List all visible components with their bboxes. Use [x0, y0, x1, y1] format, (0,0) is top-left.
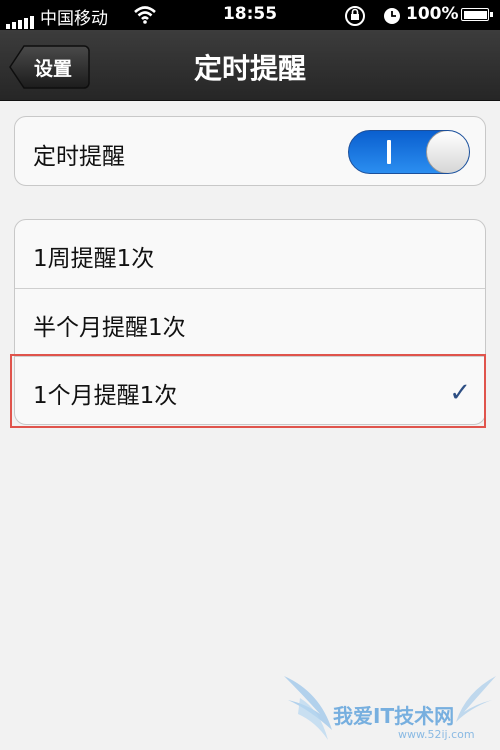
checkmark-icon: ✓	[449, 378, 471, 408]
status-bar: 中国移动 18:55 100%	[0, 0, 500, 30]
rotation-lock-icon	[345, 6, 365, 26]
option-label: 半个月提醒1次	[33, 315, 186, 341]
switch-knob[interactable]	[426, 131, 469, 173]
battery-percentage: 100%	[406, 4, 459, 24]
alarm-clock-icon	[383, 8, 400, 24]
navigation-bar: 设置 定时提醒	[0, 30, 500, 101]
watermark: 我爱IT技术网 www.52ij.com	[280, 670, 500, 750]
option-label: 1周提醒1次	[33, 246, 155, 272]
watermark-url: www.52ij.com	[398, 728, 475, 741]
reminder-toggle-row: 定时提醒	[15, 117, 485, 185]
option-weekly[interactable]: 1周提醒1次	[15, 220, 485, 288]
frequency-options-group: 1周提醒1次 半个月提醒1次 1个月提醒1次 ✓	[14, 219, 486, 425]
reminder-toggle-label: 定时提醒	[33, 144, 125, 170]
switch-on-indicator	[387, 140, 391, 164]
option-half-month[interactable]: 半个月提醒1次	[15, 288, 485, 356]
option-label: 1个月提醒1次	[33, 383, 178, 409]
battery-icon	[461, 8, 493, 21]
reminder-toggle-group: 定时提醒	[14, 116, 486, 186]
reminder-switch[interactable]	[348, 130, 470, 174]
option-monthly[interactable]: 1个月提醒1次 ✓	[15, 356, 485, 424]
page-title: 定时提醒	[193, 52, 306, 85]
watermark-text: 我爱IT技术网	[333, 704, 455, 728]
